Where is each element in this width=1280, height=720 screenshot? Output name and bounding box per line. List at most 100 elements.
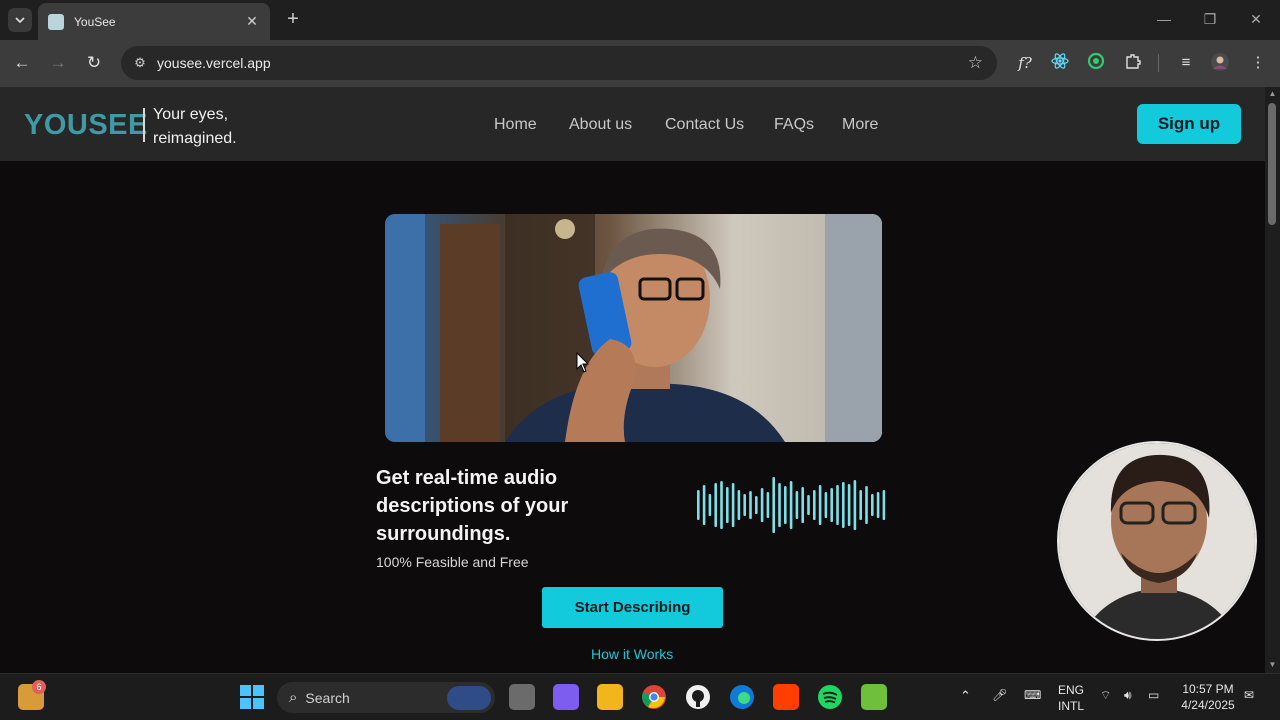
waveform-bar: [836, 485, 839, 525]
mouse-cursor-icon: [576, 352, 590, 373]
waveform-bar: [702, 485, 706, 525]
close-tab-icon[interactable]: ✕: [244, 13, 260, 30]
waveform-bar: [743, 494, 746, 516]
widgets-badge: 6: [32, 680, 46, 694]
restore-button[interactable]: ❐: [1199, 8, 1221, 30]
android-studio-icon[interactable]: [861, 684, 887, 710]
waveform-bar: [772, 477, 775, 533]
tab-search-button[interactable]: [8, 8, 32, 32]
waveform-bar: [871, 494, 874, 516]
page-viewport: YOUSEE Your eyes, reimagined. Home About…: [0, 87, 1265, 673]
nav-contact-us[interactable]: Contact Us: [665, 116, 744, 134]
back-button[interactable]: ←: [11, 52, 33, 74]
webcam-overlay: [1057, 441, 1257, 641]
scroll-up-icon[interactable]: ▲: [1268, 89, 1277, 98]
clock-time[interactable]: 10:57 PM: [1178, 682, 1238, 696]
waveform-bar: [882, 490, 886, 520]
logo-divider: [143, 108, 145, 142]
react-devtools-icon[interactable]: [1049, 52, 1071, 74]
waveform-bar: [737, 490, 741, 520]
file-explorer-icon[interactable]: [597, 684, 623, 710]
nav-faqs[interactable]: FAQs: [774, 116, 814, 134]
new-tab-button[interactable]: +: [282, 8, 304, 30]
signup-button[interactable]: Sign up: [1137, 104, 1241, 144]
page-scrollbar[interactable]: ▲ ▼: [1265, 87, 1280, 673]
waveform-bar: [824, 492, 828, 518]
hero-headline: Get real-time audio descriptions of your…: [376, 467, 569, 545]
chrome-icon[interactable]: [641, 684, 667, 710]
browser-tabbar: YouSee ✕ + — ❐ ✕: [0, 0, 1280, 40]
nav-home[interactable]: Home: [494, 116, 537, 134]
menu-kebab-icon[interactable]: ⋮: [1247, 52, 1269, 74]
taskbar-search-label: Search: [305, 689, 350, 706]
waveform-bar: [731, 483, 735, 527]
wifi-icon[interactable]: ⌔: [1100, 688, 1111, 703]
volume-icon[interactable]: 🔊︎: [1124, 688, 1132, 703]
waveform-bar: [859, 490, 862, 520]
waveform-bar: [795, 491, 799, 519]
windows-taskbar: 6 ⌕ Search ⌃ 🎤︎ ⌨ ENG INTL ⌔ 🔊︎ ▭ 10:57 …: [0, 673, 1280, 720]
address-bar[interactable]: ⚙ yousee.vercel.app ☆: [121, 46, 997, 80]
waveform-bar: [789, 481, 793, 529]
start-windows-icon[interactable]: [239, 684, 265, 710]
green-circle-extension-icon[interactable]: [1085, 52, 1107, 74]
waveform-bar: [876, 492, 880, 518]
formula-extension-icon[interactable]: f?: [1014, 52, 1036, 74]
waveform-bar: [697, 490, 700, 520]
clock-date[interactable]: 4/24/2025: [1178, 698, 1238, 712]
waveform-bar: [784, 486, 787, 524]
toolbar-divider: [1158, 54, 1159, 72]
edge-icon[interactable]: [729, 684, 755, 710]
tab-yousee[interactable]: YouSee ✕: [38, 3, 270, 40]
language-line-2[interactable]: INTL: [1056, 699, 1086, 713]
waveform-bar: [726, 487, 729, 523]
start-describing-button[interactable]: Start Describing: [542, 587, 723, 628]
waveform-bar: [847, 484, 851, 526]
language-line-1[interactable]: ENG: [1056, 683, 1086, 697]
nav-more[interactable]: More: [842, 116, 878, 134]
site-header: YOUSEE Your eyes, reimagined. Home About…: [0, 87, 1265, 161]
waveform-bar: [720, 481, 723, 529]
scroll-down-icon[interactable]: ▼: [1268, 660, 1277, 669]
site-tagline: Your eyes, reimagined.: [153, 106, 237, 147]
github-icon[interactable]: [685, 684, 711, 710]
waveform-bar: [755, 496, 758, 514]
nav-about-us[interactable]: About us: [569, 116, 632, 134]
hero-image: [385, 214, 882, 442]
bookmark-star-icon[interactable]: ☆: [968, 53, 983, 73]
scroll-thumb[interactable]: [1268, 103, 1276, 225]
copilot-icon[interactable]: [553, 684, 579, 710]
waveform-bar: [865, 486, 868, 524]
forward-button[interactable]: →: [47, 52, 69, 74]
waveform-bar: [830, 488, 833, 522]
tray-overflow-icon[interactable]: ⌃: [960, 688, 971, 704]
notifications-icon[interactable]: ✉: [1244, 688, 1254, 702]
reload-button[interactable]: ↻: [83, 52, 105, 74]
svelte-icon[interactable]: [773, 684, 799, 710]
site-info-icon[interactable]: ⚙: [129, 52, 151, 74]
waveform-bar: [801, 487, 804, 523]
extensions-puzzle-icon[interactable]: [1122, 52, 1144, 74]
waveform-bar: [708, 494, 712, 516]
waveform-bar: [778, 483, 781, 527]
battery-icon[interactable]: ▭: [1148, 688, 1159, 702]
url-text[interactable]: yousee.vercel.app: [157, 55, 968, 71]
site-logo[interactable]: YOUSEE: [24, 109, 148, 142]
search-icon: ⌕: [289, 689, 298, 706]
waveform-bar: [714, 483, 717, 527]
waveform-bar: [853, 480, 857, 530]
task-view-icon[interactable]: [509, 684, 535, 710]
audio-waveform-icon: [697, 477, 886, 533]
close-window-button[interactable]: ✕: [1245, 8, 1267, 30]
spotify-icon[interactable]: [817, 684, 843, 710]
media-controls-icon[interactable]: ≡: [1175, 52, 1197, 74]
waveform-bar: [749, 491, 752, 519]
microphone-icon[interactable]: 🎤︎: [992, 688, 1007, 702]
taskbar-search[interactable]: ⌕ Search: [277, 682, 495, 713]
waveform-bar: [818, 485, 822, 525]
chevron-down-icon: [15, 17, 25, 24]
how-it-works-link[interactable]: How it Works: [591, 646, 673, 662]
keyboard-icon[interactable]: ⌨: [1024, 688, 1041, 702]
profile-avatar-icon[interactable]: [1209, 52, 1231, 74]
minimize-button[interactable]: —: [1153, 8, 1175, 30]
